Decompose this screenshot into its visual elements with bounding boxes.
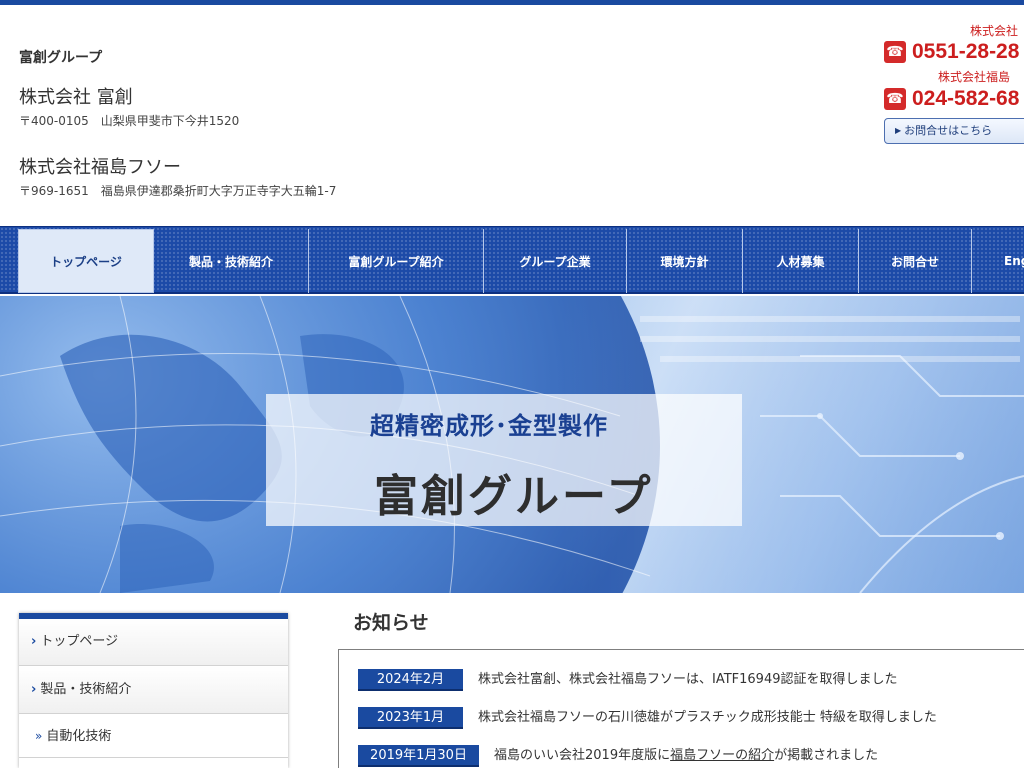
news-box: 2024年2月 株式会社富創、株式会社福島フソーは、IATF16949認証を取得… (338, 649, 1024, 768)
nav-item-group-intro[interactable]: 富創グループ紹介 (309, 229, 484, 293)
top-accent-bar (0, 0, 1024, 5)
news-date: 2024年2月 (358, 669, 463, 691)
news-text-after: が掲載されました (774, 748, 879, 763)
phone-row-1[interactable]: ☎ 0551-28-28 (884, 40, 1019, 68)
double-chevron-right-icon: » (35, 729, 43, 743)
news-heading: お知らせ (353, 612, 429, 634)
nav-item-top[interactable]: トップページ (18, 229, 154, 293)
nav-item-recruit[interactable]: 人材募集 (743, 229, 859, 293)
sidebar-item-label: 製品・技術紹介 (40, 682, 132, 697)
sidebar-item-label: トップページ (40, 634, 119, 649)
hero-title: 富創グループ (374, 471, 654, 522)
sidebar-item-products[interactable]: › 製品・技術紹介 (19, 666, 288, 714)
news-text: 福島のいい会社2019年度版に福島フソーの紹介が掲載されました (494, 745, 878, 767)
news-link-fukushima-fuso[interactable]: 福島フソーの紹介 (670, 748, 774, 763)
company1-name: 株式会社 富創 (19, 87, 133, 108)
contact-label-1: 株式会社 (970, 24, 1019, 38)
phone-row-2[interactable]: ☎ 024-582-68 (884, 87, 1019, 115)
sidebar-item-label: 自動化技術 (46, 729, 112, 744)
inquiry-button[interactable]: ▶ お問合せはこちら (884, 118, 1024, 144)
hero-text-panel: 超精密成形･金型製作 富創グループ (266, 394, 742, 526)
inquiry-label: お問合せはこちら (904, 124, 993, 137)
phone-icon: ☎ (884, 41, 906, 63)
main-nav: トップページ 製品・技術紹介 富創グループ紹介 グループ企業 環境方針 人材募集… (0, 226, 1024, 294)
hero-tagline: 超精密成形･金型製作 (370, 412, 608, 440)
news-text-before: 福島のいい会社2019年度版に (494, 748, 671, 763)
chevron-right-icon: › (31, 682, 37, 697)
sidebar-item-top[interactable]: › トップページ (19, 619, 288, 666)
nav-item-contact[interactable]: お問合せ (859, 229, 972, 293)
nav-item-english[interactable]: Eng (972, 229, 1024, 293)
news-text: 株式会社福島フソーの石川徳雄がプラスチック成形技能士 特級を取得しました (478, 710, 937, 725)
hero-banner: 超精密成形･金型製作 富創グループ (0, 296, 1024, 593)
phone-icon: ☎ (884, 88, 906, 110)
contact-label-2: 株式会社福島 (938, 70, 1011, 84)
triangle-right-icon: ▶ (895, 126, 902, 135)
news-date: 2019年1月30日 (358, 745, 479, 767)
sidebar-item-automation[interactable]: » 自動化技術 (19, 714, 288, 758)
nav-item-products[interactable]: 製品・技術紹介 (154, 229, 309, 293)
news-date: 2023年1月 (358, 707, 463, 729)
nav-item-environment[interactable]: 環境方針 (627, 229, 743, 293)
news-text: 株式会社富創、株式会社福島フソーは、IATF16949認証を取得しました (478, 672, 898, 687)
phone-number-2: 024-582-68 (912, 87, 1020, 110)
sidebar-menu: › トップページ › 製品・技術紹介 » 自動化技術 (19, 613, 288, 768)
contact-block: 株式会社 ☎ 0551-28-28 株式会社福島 ☎ 024-582-68 ▶ お問合… (880, 18, 1024, 148)
company2-name: 株式会社福島フソー (19, 157, 181, 178)
group-name: 富創グループ (19, 50, 103, 66)
phone-number-1: 0551-28-28 (912, 40, 1020, 63)
company1-address: 〒400-0105 山梨県甲斐市下今井1520 (19, 114, 240, 128)
nav-item-group-companies[interactable]: グループ企業 (484, 229, 627, 293)
chevron-right-icon: › (31, 634, 37, 649)
company2-address: 〒969-1651 福島県伊達郡桑折町大字万正寺字大五輪1-7 (19, 184, 337, 198)
